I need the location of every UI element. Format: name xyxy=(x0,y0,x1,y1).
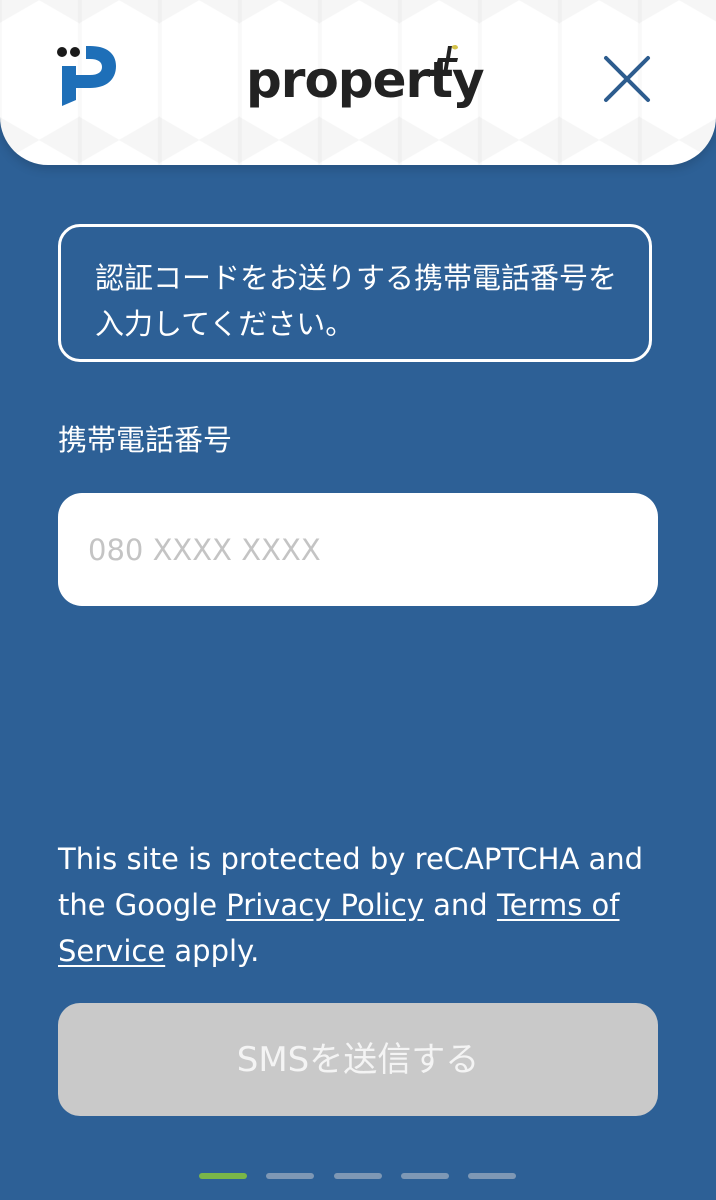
step-dot-2 xyxy=(266,1173,314,1179)
instruction-text: 認証コードをお送りする携帯電話番号を入力してください。 xyxy=(95,261,618,341)
property-p-logo-icon xyxy=(57,46,116,106)
recaptcha-notice: This site is protected by reCAPTCHA and … xyxy=(58,836,658,974)
plus-icon xyxy=(437,44,458,74)
phone-input[interactable] xyxy=(58,493,658,606)
recaptcha-text-after: apply. xyxy=(165,934,260,968)
send-sms-button[interactable]: SMSを送信する xyxy=(58,1003,658,1116)
phone-label: 携帯電話番号 xyxy=(58,423,233,457)
instruction-notice: 認証コードをお送りする携帯電話番号を入力してください。 xyxy=(58,224,652,362)
step-dot-4 xyxy=(401,1173,449,1179)
step-indicator xyxy=(199,1173,517,1179)
app-header: property xyxy=(0,0,716,165)
recaptcha-text-and: and xyxy=(423,888,497,922)
step-dot-3 xyxy=(334,1173,382,1179)
step-dot-5 xyxy=(468,1173,516,1179)
privacy-policy-link[interactable]: Privacy Policy xyxy=(226,888,424,922)
close-icon[interactable] xyxy=(598,50,656,108)
step-dot-1 xyxy=(199,1173,247,1179)
